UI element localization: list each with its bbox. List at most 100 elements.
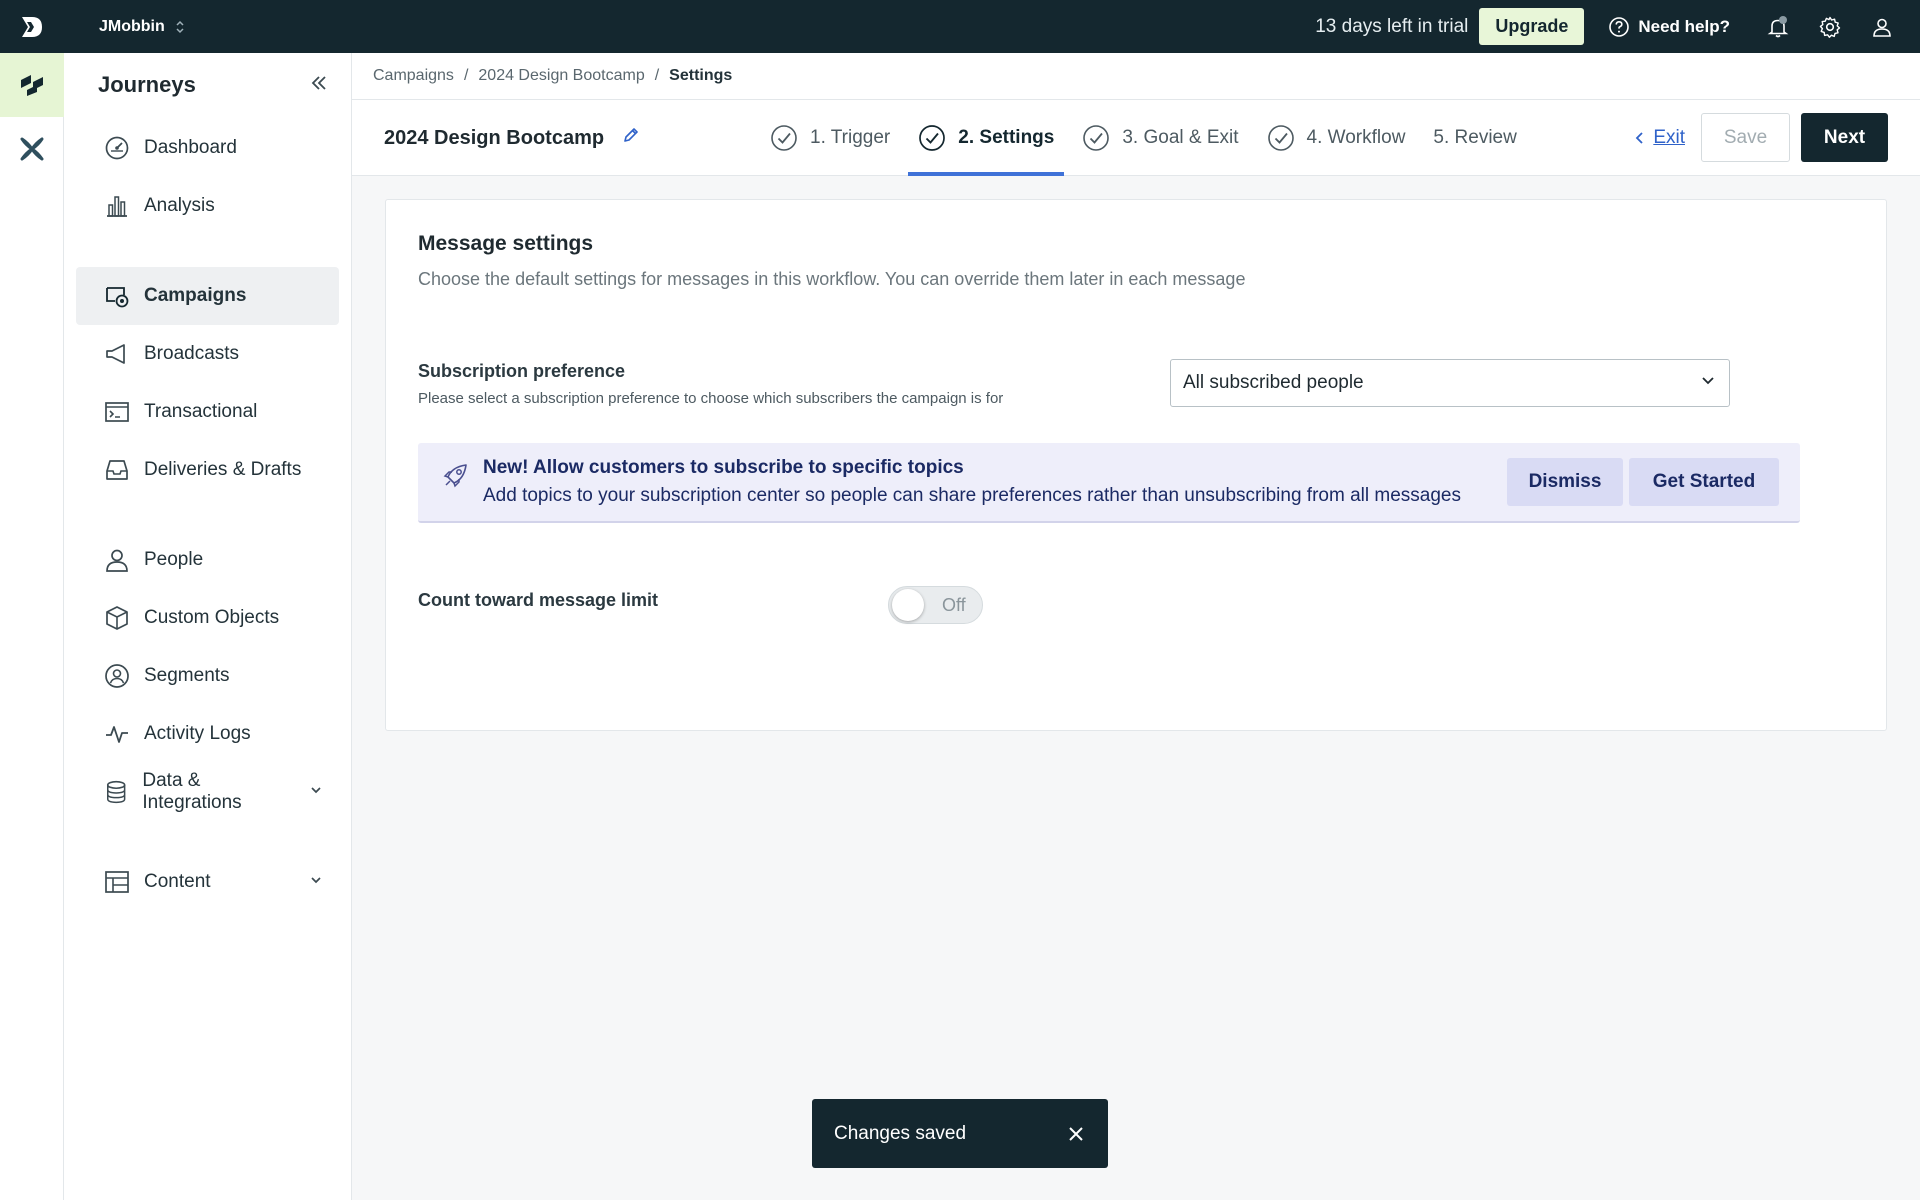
app-logo[interactable] <box>0 0 64 53</box>
message-limit-toggle[interactable]: Off <box>888 586 983 624</box>
close-icon[interactable] <box>1066 1124 1086 1144</box>
sidebar-item-label: Transactional <box>144 401 258 422</box>
subscription-preference-select[interactable]: All subscribed people <box>1170 359 1730 407</box>
sidebar-item-analysis[interactable]: Analysis <box>76 177 339 235</box>
segment-icon <box>105 664 129 688</box>
sidebar-item-label: Data & Integrations <box>142 770 242 813</box>
sidebar-item-people[interactable]: People <box>76 531 339 589</box>
subscription-preference-label: Subscription preference <box>418 361 626 381</box>
sidebar-item-broadcasts[interactable]: Broadcasts <box>76 325 339 383</box>
check-circle-icon <box>1083 125 1110 151</box>
toast-notification: Changes saved <box>812 1099 1108 1168</box>
toggle-state: Off <box>942 594 966 615</box>
collapse-sidebar-icon[interactable] <box>309 73 329 98</box>
sidebar-item-label: Segments <box>144 665 230 686</box>
workspace-switcher[interactable]: JMobbin <box>99 18 185 36</box>
sidebar-item-segments[interactable]: Segments <box>76 647 339 705</box>
top-bar: JMobbin 13 days left in trial Upgrade Ne… <box>0 0 1920 53</box>
sidebar-item-data-integrations[interactable]: Data & Integrations <box>76 763 339 821</box>
topics-banner: New! Allow customers to subscribe to spe… <box>418 443 1800 523</box>
step-label: 4. Workflow <box>1306 127 1406 148</box>
next-button[interactable]: Next <box>1801 113 1888 162</box>
dismiss-button[interactable]: Dismiss <box>1507 458 1623 506</box>
sidebar-item-transactional[interactable]: Transactional <box>76 383 339 441</box>
subscription-preference-help: Please select a subscription preference … <box>418 390 1004 407</box>
journeys-logo-icon <box>21 75 43 96</box>
updown-chevron-icon <box>175 19 185 35</box>
step-trigger[interactable]: 1. Trigger <box>760 100 900 176</box>
x-product-icon <box>20 137 44 161</box>
trial-status: 13 days left in trial <box>1315 15 1469 37</box>
inbox-icon <box>106 460 128 480</box>
question-circle-icon <box>1609 16 1630 37</box>
step-settings[interactable]: 2. Settings <box>908 100 1065 176</box>
pencil-icon[interactable] <box>622 126 640 150</box>
step-actions: Exit Save Next <box>1633 113 1888 162</box>
campaign-icon <box>106 287 129 308</box>
sidebar-item-content[interactable]: Content <box>76 853 339 911</box>
step-header: 2024 Design Bootcamp 1. Trigger 2. Setti… <box>352 100 1920 176</box>
database-icon <box>106 780 126 804</box>
breadcrumb-campaigns[interactable]: Campaigns <box>373 67 454 85</box>
chevron-down-icon <box>309 871 323 893</box>
help-label: Need help? <box>1638 16 1730 36</box>
sidebar-item-label: Deliveries & Drafts <box>144 459 302 480</box>
step-label: 5. Review <box>1433 127 1517 148</box>
step-label: 3. Goal & Exit <box>1122 127 1239 148</box>
sidebar: Journeys Dashboard Analysis Campaigns Br… <box>64 53 352 1200</box>
sidebar-item-label: Campaigns <box>144 285 247 306</box>
notification-dot <box>1779 15 1787 24</box>
step-review[interactable]: 5. Review <box>1423 100 1526 176</box>
help-button[interactable]: Need help? <box>1608 16 1730 38</box>
sidebar-item-label: Content <box>144 871 211 892</box>
person-icon <box>106 549 128 572</box>
chevron-down-icon <box>309 781 323 803</box>
campaign-title: 2024 Design Bootcamp <box>384 100 640 176</box>
save-button[interactable]: Save <box>1701 113 1790 162</box>
sidebar-item-label: Dashboard <box>144 137 237 158</box>
sidebar-item-label: Broadcasts <box>144 343 240 364</box>
megaphone-icon <box>106 344 125 364</box>
sidebar-item-campaigns[interactable]: Campaigns <box>76 267 339 325</box>
chevron-left-icon <box>1636 131 1643 144</box>
breadcrumb-campaign[interactable]: 2024 Design Bootcamp <box>478 67 644 85</box>
sidebar-header: Journeys <box>64 53 351 117</box>
banner-text: Add topics to your subscription center s… <box>483 485 1461 506</box>
sidebar-item-deliveries-drafts[interactable]: Deliveries & Drafts <box>76 441 339 499</box>
get-started-button[interactable]: Get Started <box>1629 458 1779 506</box>
settings-button[interactable] <box>1810 7 1850 47</box>
card-description: Choose the default settings for messages… <box>418 269 1246 289</box>
sidebar-item-dashboard[interactable]: Dashboard <box>76 119 339 177</box>
message-limit-label: Count toward message limit <box>418 590 659 610</box>
step-workflow[interactable]: 4. Workflow <box>1257 100 1416 176</box>
select-value: All subscribed people <box>1183 372 1364 393</box>
banner-title: New! Allow customers to subscribe to spe… <box>483 457 964 478</box>
toggle-knob <box>892 589 924 621</box>
profile-button[interactable] <box>1862 7 1902 47</box>
rail-secondary-product[interactable] <box>0 117 64 181</box>
chevron-down-icon <box>1699 371 1717 395</box>
sidebar-item-custom-objects[interactable]: Custom Objects <box>76 589 339 647</box>
app-logo-icon <box>22 16 42 37</box>
bar-chart-icon <box>107 196 127 217</box>
rocket-icon <box>442 461 470 494</box>
breadcrumb-separator: / <box>654 67 660 84</box>
step-goal-exit[interactable]: 3. Goal & Exit <box>1072 100 1248 176</box>
sidebar-title: Journeys <box>98 72 196 97</box>
step-label: 2. Settings <box>958 127 1055 148</box>
sidebar-item-label: Custom Objects <box>144 607 280 628</box>
step-tabs: 1. Trigger 2. Settings 3. Goal & Exit 4.… <box>760 100 1535 176</box>
rail-journeys[interactable] <box>0 53 64 117</box>
user-icon <box>1873 18 1891 37</box>
exit-label: Exit <box>1653 126 1685 148</box>
sidebar-item-label: Activity Logs <box>144 723 251 744</box>
sidebar-item-activity-logs[interactable]: Activity Logs <box>76 705 339 763</box>
toast-text: Changes saved <box>834 1122 967 1144</box>
breadcrumb-separator: / <box>463 67 469 84</box>
cube-icon <box>106 606 128 630</box>
upgrade-button[interactable]: Upgrade <box>1479 8 1585 45</box>
exit-link[interactable]: Exit <box>1633 127 1685 149</box>
terminal-icon <box>105 402 129 422</box>
step-label: 1. Trigger <box>810 127 891 148</box>
notifications-button[interactable] <box>1758 7 1798 47</box>
